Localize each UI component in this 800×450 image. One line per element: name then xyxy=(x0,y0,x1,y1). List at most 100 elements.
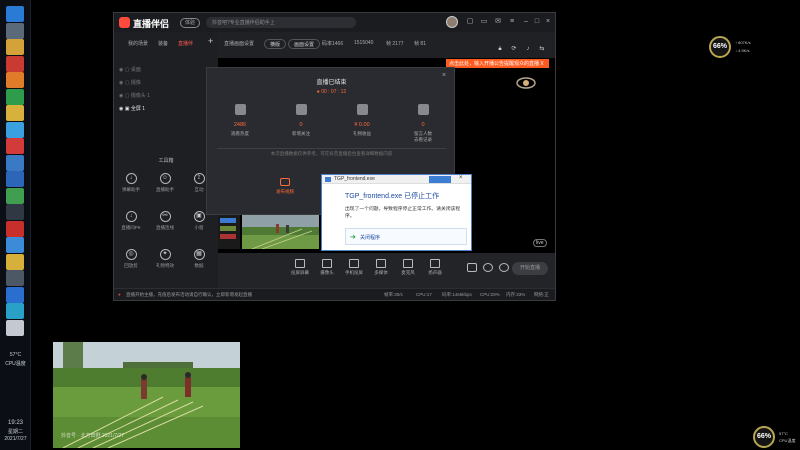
folder-icon[interactable] xyxy=(6,39,24,55)
monitor-icon[interactable]: ▭ xyxy=(480,18,488,26)
bell-icon[interactable]: ♪ xyxy=(524,45,532,53)
announcement-bar[interactable]: 点击此处，输入开播公告提醒观众的直播 X xyxy=(446,59,549,68)
close-program-button[interactable]: ➔ 关闭程序 xyxy=(345,228,467,245)
calendar-icon: ▦ xyxy=(193,249,205,260)
settings-icon[interactable] xyxy=(6,22,24,39)
close-icon[interactable]: × xyxy=(459,175,463,181)
publish-video-button[interactable]: 发布视频 xyxy=(273,178,297,195)
eye-icon[interactable]: ◉ ▢ xyxy=(119,67,131,73)
add-scene-button[interactable]: + xyxy=(208,36,213,46)
minimize-icon[interactable]: – xyxy=(522,18,530,26)
stat-label[interactable]: 留言人数 去看记录 xyxy=(398,131,448,143)
dialog-title: 直播已结束 xyxy=(316,80,347,86)
camera-icon xyxy=(322,259,332,268)
eye-icon[interactable]: ◉ ▣ xyxy=(119,106,131,112)
source-label: 多媒体 xyxy=(374,270,388,275)
scene-item-camera-1[interactable]: ◉ ▢ 摄像头 1 xyxy=(119,92,150,99)
share-icon[interactable]: ⇆ xyxy=(538,45,546,53)
tool-1[interactable]: ☺ 直播助手 xyxy=(150,173,180,201)
app-cyan-icon[interactable] xyxy=(6,303,24,319)
app-green2-icon[interactable] xyxy=(6,187,24,204)
eye-icon[interactable]: ◉ ▢ xyxy=(119,93,131,99)
media-icon[interactable] xyxy=(6,138,24,154)
clock-date: 2021/7/27 xyxy=(4,436,27,442)
qq-icon[interactable] xyxy=(6,121,24,138)
tool-5[interactable]: ▣ 小窗 xyxy=(184,211,214,239)
scene-item-desktop[interactable]: ◉ ▢ 桌面 xyxy=(119,66,141,73)
avatar[interactable] xyxy=(446,16,458,28)
tab-equipment[interactable]: 装备 xyxy=(158,40,168,47)
tool-0[interactable]: ↓ 弹幕助手 xyxy=(116,173,146,201)
maximize-icon[interactable]: □ xyxy=(533,18,541,26)
title-search-field[interactable]: 抖音吧?专业直播伴侣助手上 xyxy=(206,17,356,28)
status-bitrate: 码率:1466kbps xyxy=(442,292,472,297)
source-screen-button[interactable]: 投屏屏幕 xyxy=(288,259,312,276)
app-white-icon[interactable] xyxy=(6,319,24,336)
stat-bytes: 1515040 xyxy=(354,40,374,46)
message-icon[interactable]: ✉ xyxy=(494,18,502,26)
dialog-close-icon[interactable]: × xyxy=(442,72,446,79)
app-yellow-icon[interactable] xyxy=(6,253,24,270)
app-dark-icon[interactable] xyxy=(6,204,24,220)
shield-icon[interactable] xyxy=(6,220,24,237)
ie-icon[interactable] xyxy=(6,6,24,22)
status-bar: ● 直播开始主播，充值后发布活动请自行确认，立即新增发起直播 帧率:30/s C… xyxy=(114,288,555,300)
cpu-gauge[interactable]: 66% xyxy=(753,426,775,448)
app-blue-icon[interactable] xyxy=(6,171,24,187)
person-icon: ☺ xyxy=(159,173,171,184)
network-gauge[interactable]: 66% xyxy=(709,36,731,58)
webcam-preview-window[interactable]: 抖音号 · 北方田野 2021/7/27 xyxy=(53,342,240,448)
lock-icon[interactable]: 🔒︎ xyxy=(496,45,504,53)
mini-source-strip[interactable] xyxy=(218,215,240,249)
scene-item-fullscreen-1[interactable]: ◉ ▣ 全屏 1 xyxy=(119,105,145,112)
source-toolbar: 投屏屏幕 摄像头 手机投屏 多媒体 麦克风 扬声器 xyxy=(218,253,555,288)
app-red-icon[interactable] xyxy=(6,55,24,72)
tool-4[interactable]: ⚯ 直播连线 xyxy=(150,211,180,239)
menu-icon[interactable]: ≡ xyxy=(508,18,516,26)
mode-badge[interactable]: 横版 xyxy=(264,39,287,49)
clock-time[interactable]: 19:23 xyxy=(0,420,31,426)
source-camera-button[interactable]: 摄像头 xyxy=(315,259,339,276)
status-warning-text: 直播开始主播，充值后发布活动请自行确认，立即新增发起直播 xyxy=(126,292,252,297)
error-title: TGP_frontend.exe xyxy=(334,176,375,182)
tool-6[interactable]: ◎ 回放剪 xyxy=(116,249,146,277)
start-live-button[interactable]: 开始直播 xyxy=(512,262,548,275)
close-icon[interactable]: × xyxy=(544,18,552,26)
title-bar: 直播伴侣 体验 抖音吧?专业直播伴侣助手上 ▢ ▭ ✉ ≡ – □ × xyxy=(114,13,555,32)
refresh-icon[interactable]: ⟳ xyxy=(510,45,518,53)
shirt-icon[interactable]: ▢ xyxy=(466,18,474,26)
eye-icon[interactable]: ◉ ▢ xyxy=(119,80,131,86)
source-mic-button[interactable]: 麦克风 xyxy=(396,259,420,276)
divider xyxy=(217,148,446,149)
tab-live[interactable]: 直播伴 xyxy=(178,40,193,47)
tool-label: 直播助手 xyxy=(156,187,174,192)
network-speed-up: ↑ 807K/s xyxy=(735,40,751,45)
tool-7[interactable]: ✦ 礼物特效 xyxy=(150,249,180,277)
source-media-button[interactable]: 多媒体 xyxy=(369,259,393,276)
source-speaker-button[interactable]: 扬声器 xyxy=(423,259,447,276)
stop-icon[interactable] xyxy=(482,263,494,272)
tab-my-scenes[interactable]: 我的场景 xyxy=(128,40,148,47)
scene-item-camera[interactable]: ◉ ▢ 摄像 xyxy=(119,79,141,86)
doc-icon[interactable] xyxy=(6,154,24,171)
error-title-bar: TGP_frontend.exe × xyxy=(322,175,471,184)
source-phone-button[interactable]: 手机投屏 xyxy=(342,259,366,276)
chrome-icon[interactable] xyxy=(6,105,24,121)
picture-settings-button[interactable]: 画面设置 xyxy=(288,39,321,49)
error-detail: 出现了一个问题，导致程序停止正常工作。请关闭该程序。 xyxy=(345,207,461,219)
tool-8[interactable]: ▦ 数据 xyxy=(184,249,214,277)
app-orange-icon[interactable] xyxy=(6,72,24,88)
left-panel: 我的场景 装备 直播伴 + ◉ ▢ 桌面 ◉ ▢ 摄像 ◉ ▢ 摄像头 1 ◉ … xyxy=(114,32,218,288)
browser-icon[interactable] xyxy=(6,286,24,303)
stat-value: 0 xyxy=(299,122,303,128)
in-app-camera-preview[interactable] xyxy=(242,215,319,249)
edge-icon[interactable] xyxy=(6,237,24,253)
settings-gear-icon[interactable] xyxy=(498,263,510,272)
stat-3: 0 留言人数 去看记录 xyxy=(398,104,448,143)
version-badge[interactable]: 体验 xyxy=(180,18,201,28)
minimize-highlight[interactable] xyxy=(429,176,451,183)
app-green-icon[interactable] xyxy=(6,88,24,105)
record-icon[interactable] xyxy=(466,263,478,272)
tool-3[interactable]: ↓ 直播间PK xyxy=(116,211,146,239)
network-icon[interactable] xyxy=(6,270,24,286)
